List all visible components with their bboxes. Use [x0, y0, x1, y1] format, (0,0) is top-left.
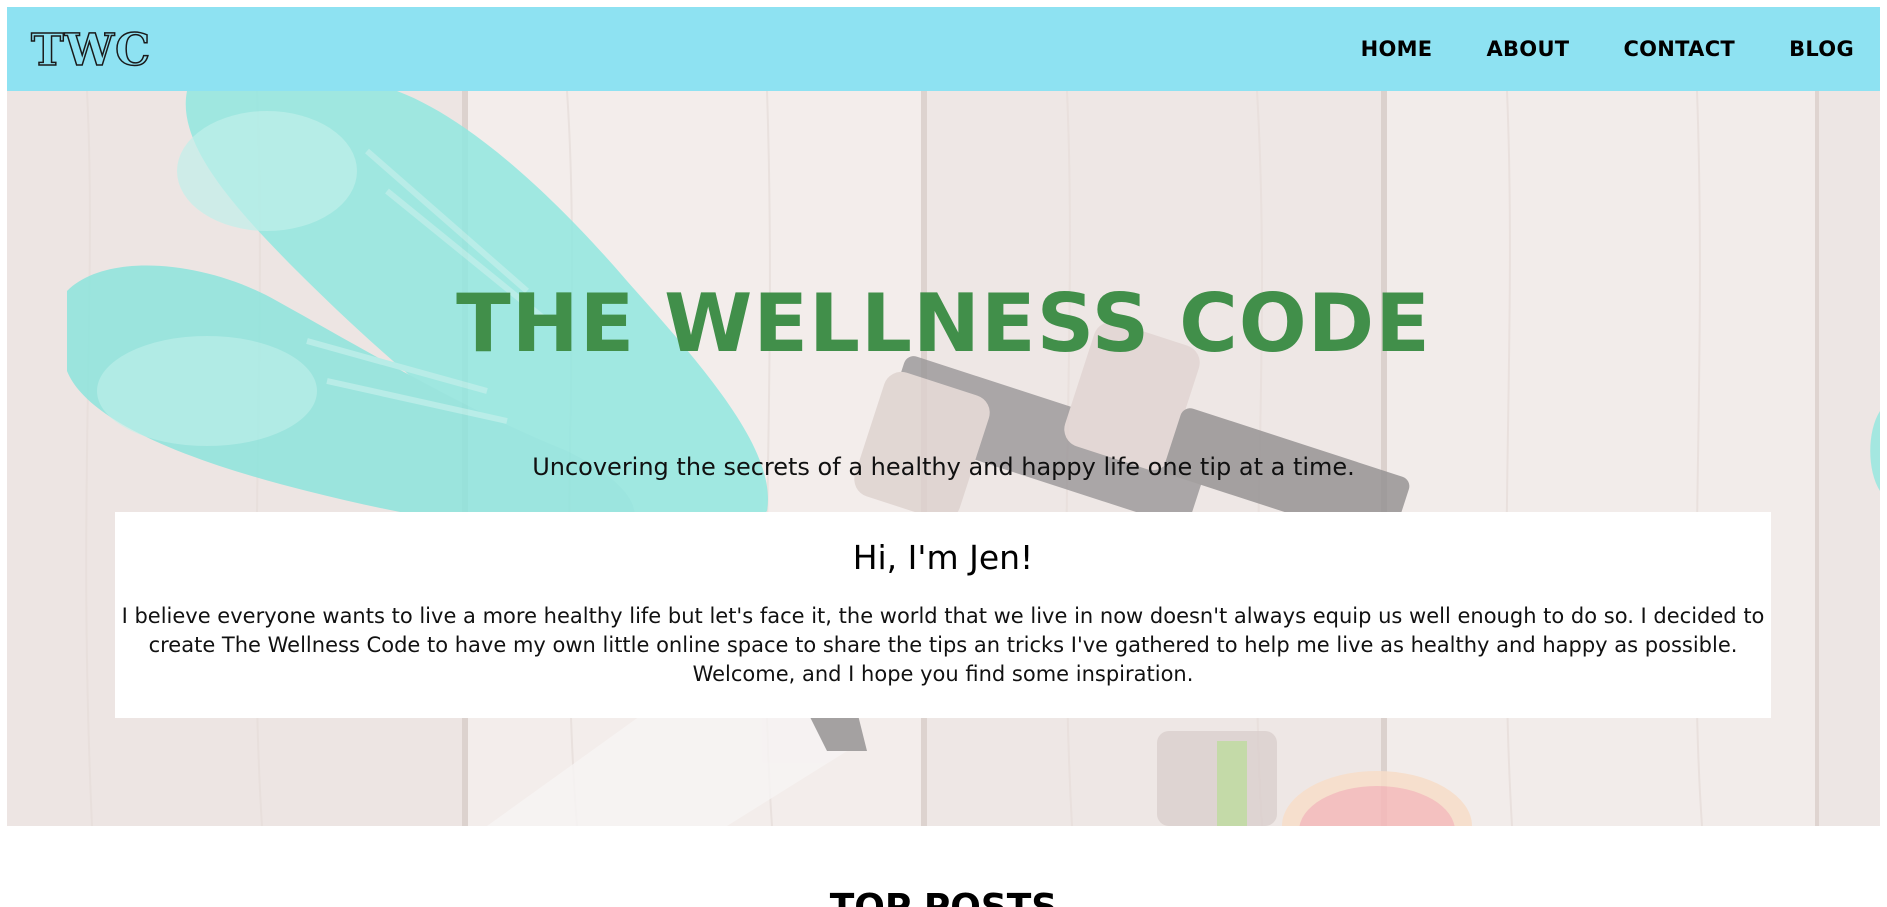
nav-link-blog[interactable]: BLOG — [1789, 37, 1854, 61]
nav-links: HOME ABOUT CONTACT BLOG — [1361, 37, 1854, 61]
intro-body: I believe everyone wants to live a more … — [121, 604, 1765, 687]
nav-link-home[interactable]: HOME — [1361, 37, 1433, 61]
navbar: TWC HOME ABOUT CONTACT BLOG — [7, 7, 1880, 91]
page: TWC HOME ABOUT CONTACT BLOG THE WELLNESS… — [0, 0, 1887, 907]
intro-card: Hi, I'm Jen! I believe everyone wants to… — [115, 512, 1771, 718]
intro-heading: Hi, I'm Jen! — [852, 538, 1034, 577]
hero-tagline: Uncovering the secrets of a healthy and … — [532, 453, 1355, 481]
top-posts-heading: TOP POSTS — [0, 890, 1887, 907]
hero-section: THE WELLNESS CODE Uncovering the secrets… — [7, 91, 1880, 826]
hero-title: THE WELLNESS CODE — [456, 277, 1431, 370]
site-logo[interactable]: TWC — [30, 25, 151, 74]
nav-link-contact[interactable]: CONTACT — [1623, 37, 1735, 61]
nav-link-about[interactable]: ABOUT — [1486, 37, 1569, 61]
